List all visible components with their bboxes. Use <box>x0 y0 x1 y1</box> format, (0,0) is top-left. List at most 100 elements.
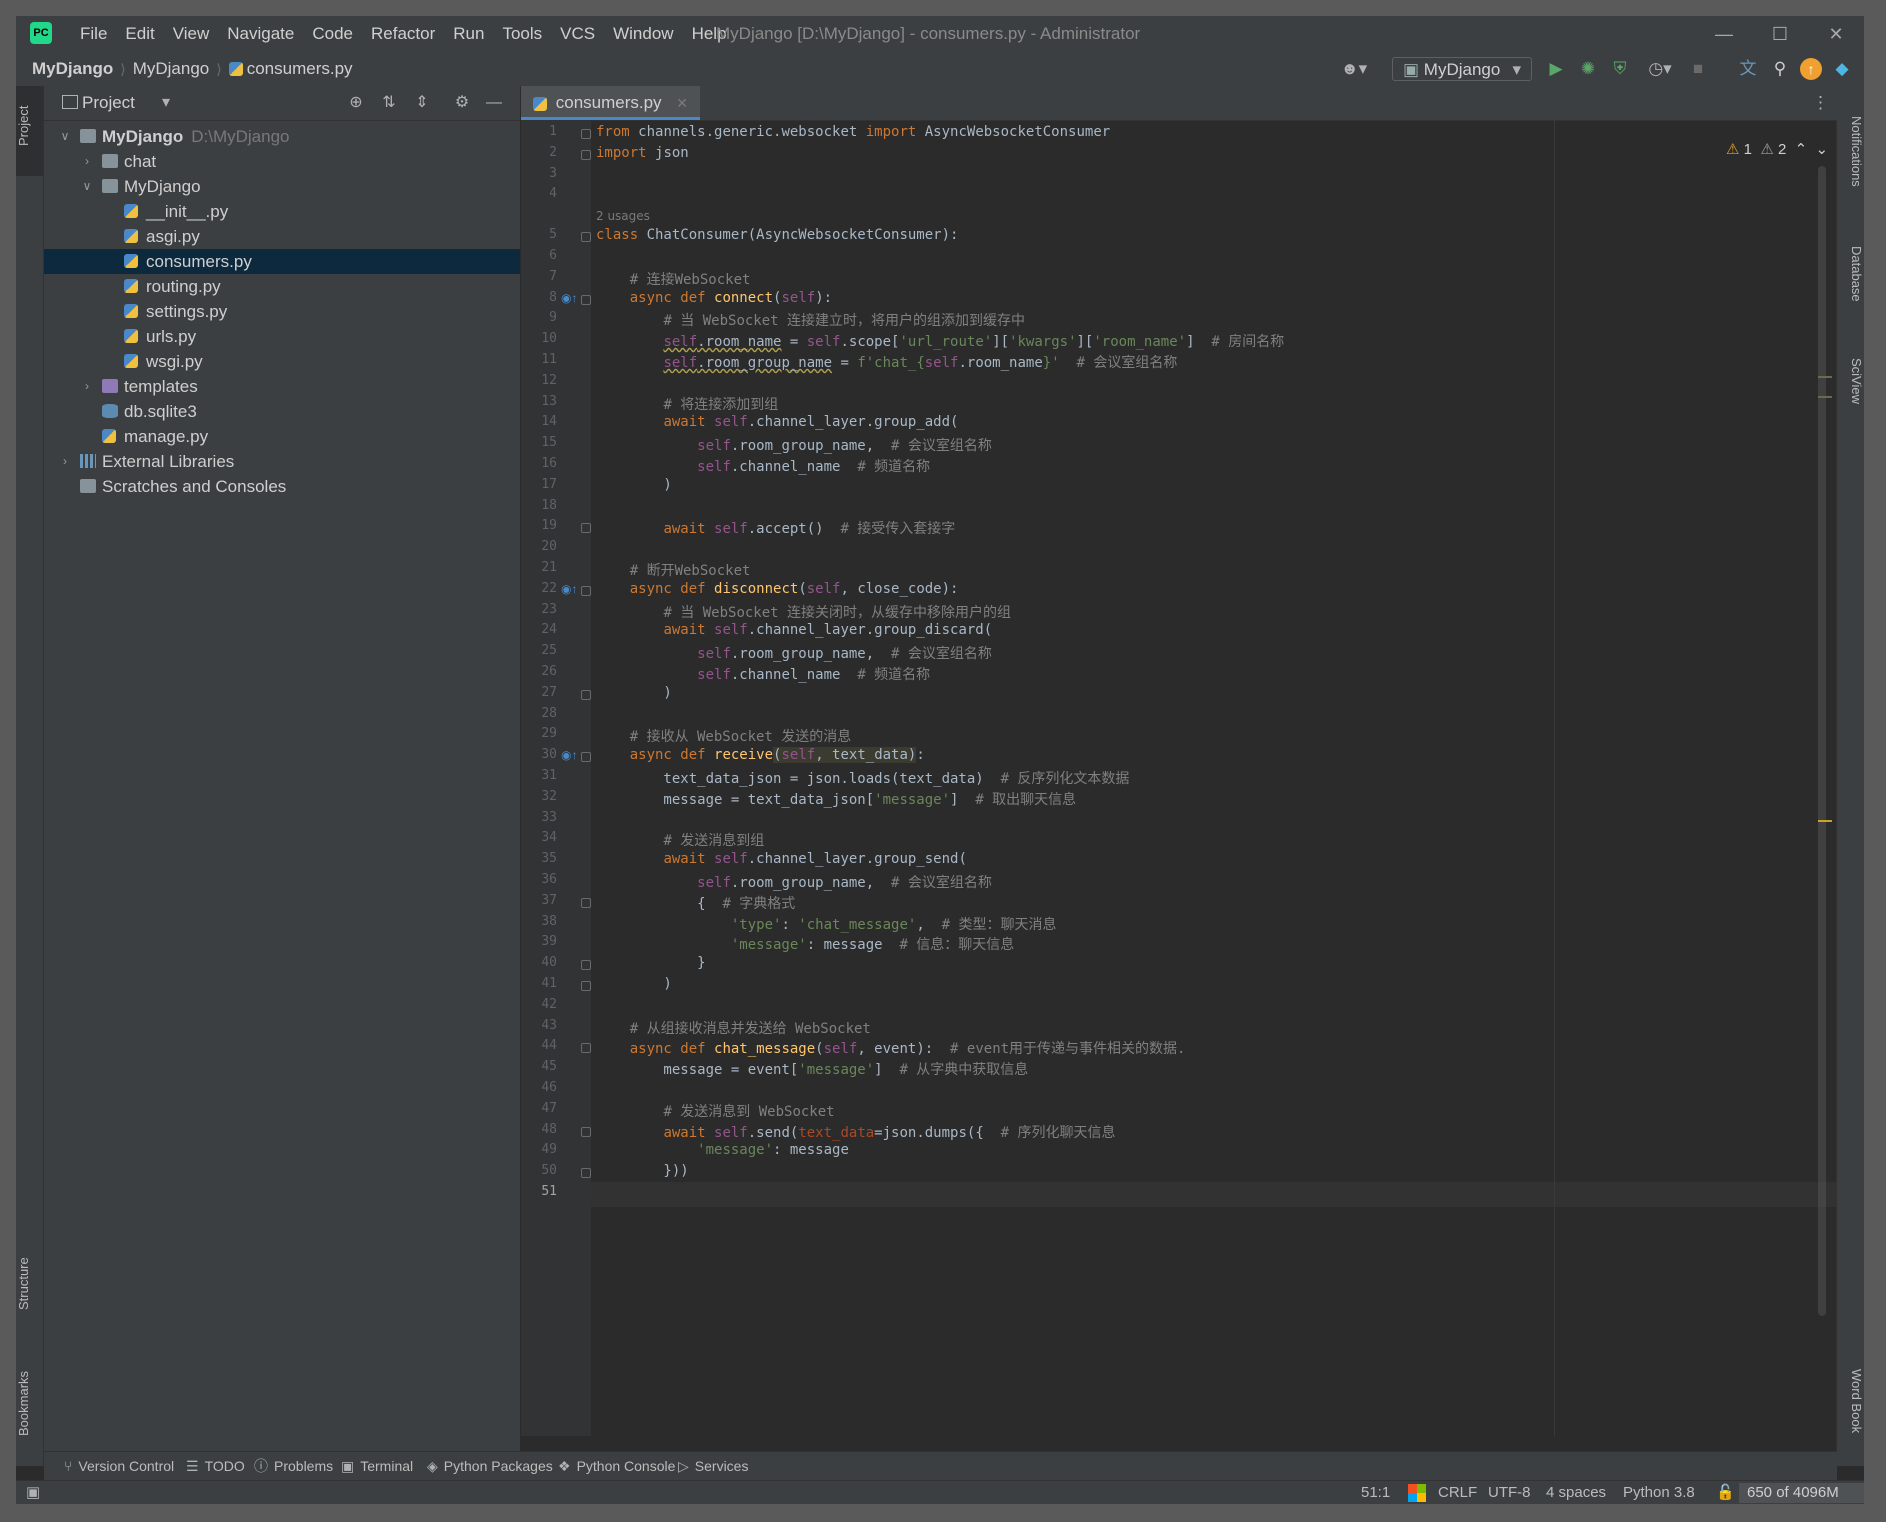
chevron-down-icon[interactable]: ▾ <box>156 93 176 113</box>
tool-window-terminal[interactable]: ▣ Terminal <box>341 1452 413 1481</box>
chevron-right-icon[interactable]: › <box>80 374 94 399</box>
tree-item[interactable]: db.sqlite3 <box>44 399 520 424</box>
tree-item[interactable]: wsgi.py <box>44 349 520 374</box>
menu-refactor[interactable]: Refactor <box>362 16 444 52</box>
fold-marker-icon[interactable] <box>581 294 591 305</box>
run-configuration-select[interactable]: ▣ MyDjango ▾ <box>1392 57 1532 81</box>
file-encoding[interactable]: UTF-8 <box>1488 1481 1531 1504</box>
close-icon[interactable]: ✕ <box>1808 16 1864 52</box>
jetbrains-ai-icon[interactable]: ◆ <box>1830 58 1854 80</box>
collapse-all-icon[interactable]: ⇕ <box>412 93 432 113</box>
user-dropdown-icon[interactable]: ☻▾ <box>1336 58 1372 80</box>
tree-item[interactable]: __init__.py <box>44 199 520 224</box>
usages-hint[interactable]: 2 usages <box>596 209 650 223</box>
fold-marker-icon[interactable] <box>581 960 591 971</box>
profile-icon[interactable]: ◷▾ <box>1640 58 1680 80</box>
debug-icon[interactable]: ✺ <box>1576 58 1600 80</box>
run-icon[interactable]: ▶ <box>1544 58 1568 80</box>
fold-marker-icon[interactable] <box>581 1126 591 1137</box>
fold-marker-icon[interactable] <box>581 752 591 763</box>
override-marker-icon[interactable]: ◉↑ <box>561 748 577 762</box>
tree-item[interactable]: settings.py <box>44 299 520 324</box>
stop-icon[interactable]: ■ <box>1686 58 1710 80</box>
breadcrumb-project[interactable]: MyDjango <box>32 52 113 86</box>
chevron-right-icon[interactable]: › <box>58 449 72 474</box>
more-options-icon[interactable]: ⋮ <box>1812 86 1829 120</box>
menu-edit[interactable]: Edit <box>116 16 163 52</box>
python-interpreter[interactable]: Python 3.8 <box>1623 1481 1695 1504</box>
tree-item[interactable]: ∨ MyDjango <box>44 174 520 199</box>
fold-marker-icon[interactable] <box>581 1168 591 1179</box>
tree-item[interactable]: consumers.py <box>44 249 520 274</box>
tree-item[interactable]: › chat <box>44 149 520 174</box>
toggle-tool-windows-icon[interactable]: ▣ <box>26 1481 40 1504</box>
tree-item[interactable]: Scratches and Consoles <box>44 474 520 499</box>
search-icon[interactable]: ⚲ <box>1768 58 1792 80</box>
sciview-tool-tab[interactable]: SciView <box>1837 341 1864 421</box>
menu-vcs[interactable]: VCS <box>551 16 604 52</box>
translate-icon[interactable]: 文 <box>1736 58 1760 80</box>
tree-item[interactable]: manage.py <box>44 424 520 449</box>
update-icon[interactable]: ↑ <box>1800 58 1822 80</box>
menu-window[interactable]: Window <box>604 16 682 52</box>
tool-window-services[interactable]: ▷ Services <box>678 1452 748 1481</box>
line-separator[interactable]: CRLF <box>1438 1481 1477 1504</box>
expand-all-icon[interactable]: ⇅ <box>379 93 399 113</box>
fold-marker-icon[interactable] <box>581 149 591 160</box>
project-panel-title[interactable]: Project <box>82 86 135 120</box>
hide-panel-icon[interactable]: — <box>484 93 504 113</box>
breadcrumb-package[interactable]: MyDjango <box>133 52 210 86</box>
override-marker-icon[interactable]: ◉↑ <box>561 291 577 305</box>
menu-tools[interactable]: Tools <box>493 16 551 52</box>
fold-marker-icon[interactable] <box>581 585 591 596</box>
code-editor[interactable]: from channels.generic.websocket import A… <box>591 120 1837 1436</box>
menu-run[interactable]: Run <box>444 16 493 52</box>
close-tab-icon[interactable]: ✕ <box>676 95 688 111</box>
breadcrumb-file[interactable]: consumers.py <box>247 52 353 86</box>
tree-item[interactable]: urls.py <box>44 324 520 349</box>
caret-position[interactable]: 51:1 <box>1361 1481 1390 1504</box>
locate-icon[interactable]: ⊕ <box>346 93 366 113</box>
coverage-icon[interactable]: ⛨ <box>1608 58 1632 80</box>
unlock-icon[interactable]: 🔓 <box>1716 1481 1735 1504</box>
minimize-icon[interactable]: — <box>1696 16 1752 52</box>
fold-marker-icon[interactable] <box>581 1043 591 1054</box>
tool-window-problems[interactable]: ⓘ Problems <box>254 1452 333 1481</box>
override-marker-icon[interactable]: ◉↑ <box>561 582 577 596</box>
word-book-tool-tab[interactable]: Word Book <box>1837 1351 1864 1451</box>
fold-marker-icon[interactable] <box>581 232 591 243</box>
notifications-tool-tab[interactable]: Notifications <box>1837 96 1864 206</box>
fold-marker-icon[interactable] <box>581 689 591 700</box>
project-tool-tab[interactable]: Project <box>16 96 43 156</box>
tab-consumers-py[interactable]: consumers.py ✕ <box>521 86 701 120</box>
maximize-icon[interactable]: ☐ <box>1752 16 1808 52</box>
tree-item[interactable]: routing.py <box>44 274 520 299</box>
database-tool-tab[interactable]: Database <box>1837 231 1864 316</box>
indent-setting[interactable]: 4 spaces <box>1546 1481 1606 1504</box>
tool-window-python-console[interactable]: ❖ Python Console <box>558 1452 675 1481</box>
chevron-down-icon[interactable]: ∨ <box>80 174 94 199</box>
menu-code[interactable]: Code <box>303 16 362 52</box>
tree-item[interactable]: › templates <box>44 374 520 399</box>
chevron-right-icon[interactable]: › <box>80 149 94 174</box>
tree-item[interactable]: ∨ MyDjango D:\MyDjango <box>44 124 520 149</box>
code-token: text_data_json = json.loads(text_data) <box>596 771 1001 787</box>
memory-indicator[interactable]: 650 of 4096M <box>1739 1483 1864 1503</box>
fold-marker-icon[interactable] <box>581 897 591 908</box>
chevron-down-icon[interactable]: ∨ <box>58 124 72 149</box>
bookmarks-tool-tab[interactable]: Bookmarks <box>16 1358 43 1448</box>
tree-item[interactable]: asgi.py <box>44 224 520 249</box>
menu-file[interactable]: File <box>71 16 116 52</box>
fold-marker-icon[interactable] <box>581 523 591 534</box>
fold-marker-icon[interactable] <box>581 129 591 139</box>
line-number: 24 <box>541 622 557 638</box>
tool-window-todo[interactable]: ☰ TODO <box>186 1452 245 1481</box>
menu-view[interactable]: View <box>164 16 219 52</box>
tree-item[interactable]: › External Libraries <box>44 449 520 474</box>
gear-icon[interactable]: ⚙ <box>452 93 472 113</box>
tool-window-python-packages[interactable]: ◈ Python Packages <box>427 1452 553 1481</box>
menu-navigate[interactable]: Navigate <box>218 16 303 52</box>
tool-window-version-control[interactable]: ⑂ Version Control <box>64 1452 174 1481</box>
fold-marker-icon[interactable] <box>581 981 591 991</box>
structure-tool-tab[interactable]: Structure <box>16 1236 43 1331</box>
